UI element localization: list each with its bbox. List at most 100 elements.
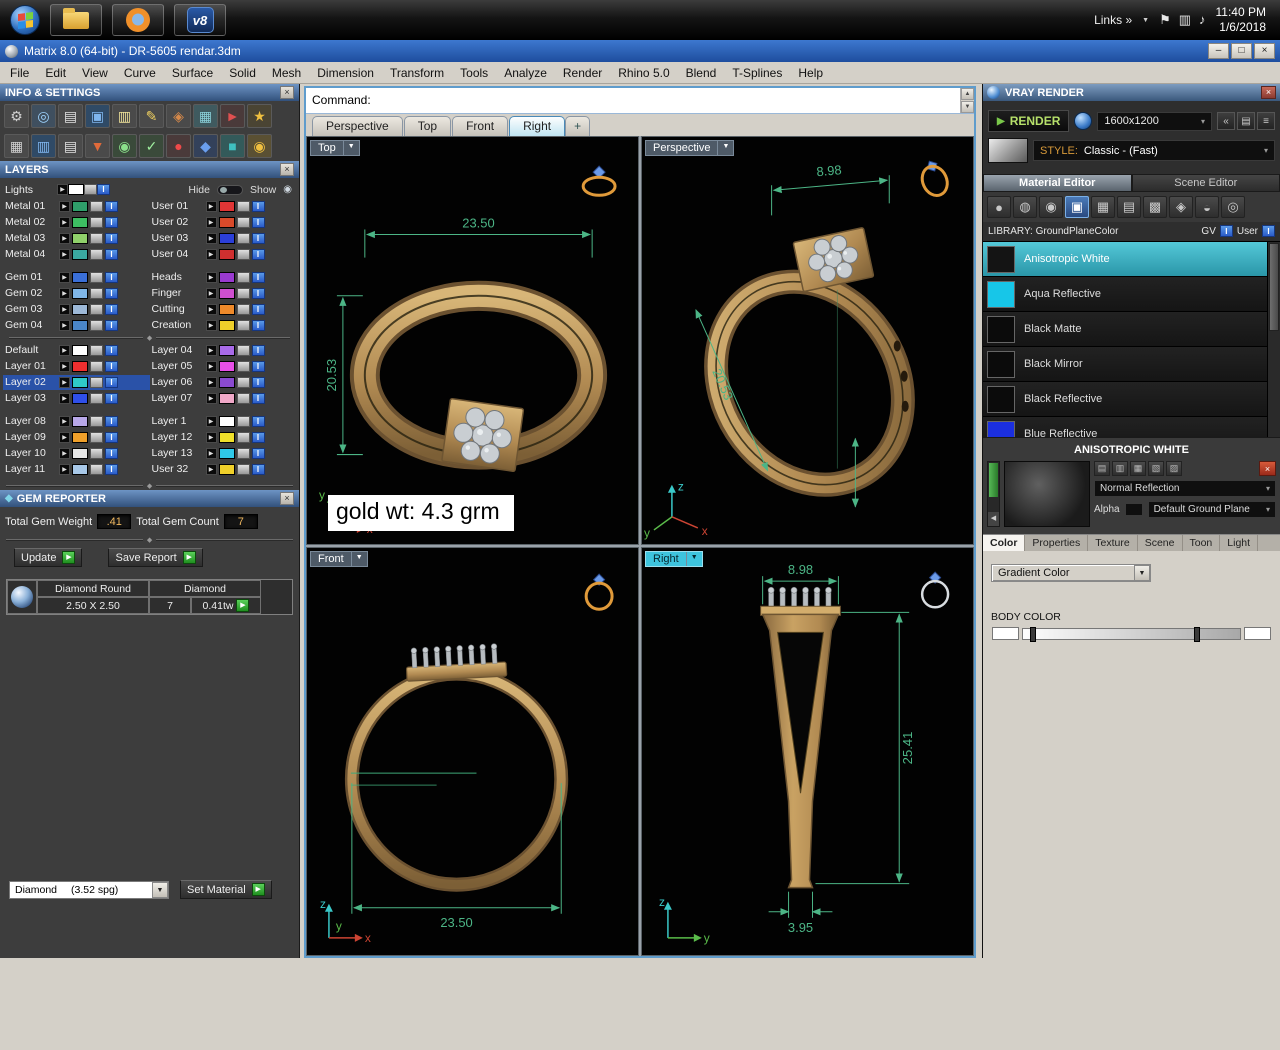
layer-entry[interactable]: Metal 03 ▶ I	[3, 231, 150, 246]
render-globe-icon[interactable]	[1074, 112, 1093, 130]
layer-material-button[interactable]: I	[251, 232, 265, 244]
gem-reporter-close-icon[interactable]: ×	[280, 492, 294, 505]
viewport-canvas-right[interactable]: 8.98 25.41 3.95 z y	[642, 548, 973, 955]
save-material-icon[interactable]: ▤	[1094, 461, 1110, 476]
layer-expand-button[interactable]: ▶	[205, 376, 217, 388]
layer-color-swatch[interactable]	[72, 463, 88, 475]
layer-lock-button[interactable]	[90, 463, 103, 475]
grid-texture-icon[interactable]: ▤	[1117, 196, 1141, 218]
layer-expand-button[interactable]: ▶	[59, 392, 70, 404]
total-gem-weight-value[interactable]: .41	[97, 514, 132, 529]
layer-color-swatch[interactable]	[218, 232, 235, 244]
set-material-go-icon[interactable]: ▶	[251, 883, 265, 896]
layer-entry[interactable]: Gem 03 ▶ I	[3, 302, 150, 317]
layer-entry[interactable]: Layer 11 ▶ I	[3, 462, 150, 477]
taskbar-clock[interactable]: 11:40 PM 1/6/2018	[1216, 5, 1270, 35]
set-material-button[interactable]: Set Material ▶	[180, 880, 272, 899]
vray-bottom-tab[interactable]: Light	[1220, 535, 1259, 551]
layer-entry[interactable]: Layer 13 ▶ I	[150, 446, 297, 461]
taskbar-firefox-button[interactable]	[112, 4, 164, 36]
menu-item[interactable]: Surface	[164, 63, 221, 83]
layer-lock-button[interactable]	[236, 344, 250, 356]
network-icon[interactable]: ▥	[1179, 12, 1191, 28]
paste-material-icon[interactable]: ▧	[1148, 461, 1164, 476]
preview-side-strip[interactable]: ◀	[987, 461, 1000, 527]
layer-material-button[interactable]: I	[105, 271, 118, 283]
layer-entry[interactable]: Layer 07 ▶ I	[150, 391, 297, 406]
menu-item[interactable]: Rhino 5.0	[610, 63, 677, 83]
layer-lock-button[interactable]	[90, 392, 103, 404]
layer-material-button[interactable]: I	[251, 344, 265, 356]
save-report-go-icon[interactable]: ▶	[182, 551, 196, 564]
layer-lock-button[interactable]	[236, 232, 250, 244]
close-button[interactable]: ×	[1254, 43, 1275, 59]
viewport-tab[interactable]: Top	[403, 116, 452, 136]
layer-expand-button[interactable]: ▶	[59, 360, 70, 372]
search-icon[interactable]: ◎	[31, 104, 56, 128]
hide-toggle[interactable]	[217, 184, 243, 195]
add-viewport-tab[interactable]: +	[565, 116, 591, 136]
layer-material-button[interactable]: I	[251, 360, 265, 372]
layer-expand-button[interactable]: ▶	[205, 200, 217, 212]
print-icon[interactable]: ▤	[58, 104, 83, 128]
layer-expand-button[interactable]: ▶	[59, 271, 70, 283]
layer-entry[interactable]: Cutting ▶ I	[150, 302, 297, 317]
layer-entry[interactable]: Metal 01 ▶ I	[3, 199, 150, 214]
layer-entry[interactable]: Metal 04 ▶ I	[3, 247, 150, 262]
layer-material-button[interactable]: I	[105, 232, 118, 244]
layer-lock-button[interactable]	[236, 376, 250, 388]
layer-entry[interactable]: Layer 09 ▶ I	[3, 430, 150, 445]
layer-material-button[interactable]: I	[105, 344, 118, 356]
layer-color-swatch[interactable]	[72, 200, 88, 212]
layer-material-button[interactable]: I	[251, 392, 265, 404]
layer-entry[interactable]: Layer 06 ▶ I	[150, 375, 297, 390]
chevron-down-icon[interactable]: ▼	[685, 552, 702, 566]
material-preview-image[interactable]	[1004, 461, 1090, 527]
layer-entry[interactable]: User 03 ▶ I	[150, 231, 297, 246]
layer-lock-button[interactable]	[236, 216, 250, 228]
layer-material-button[interactable]: I	[105, 200, 118, 212]
bucket-icon[interactable]: ◒	[1195, 196, 1219, 218]
layer-material-button[interactable]: I	[251, 287, 265, 299]
style-preview-thumbnail[interactable]	[988, 138, 1028, 163]
chevron-down-icon[interactable]: ▼	[342, 141, 359, 155]
bulb-icon[interactable]: ◎	[1221, 196, 1245, 218]
layer-lock-button[interactable]	[90, 415, 103, 427]
play-icon[interactable]: ►	[220, 104, 245, 128]
menu-item[interactable]: Solid	[221, 63, 264, 83]
slider-handle[interactable]	[1029, 626, 1036, 642]
viewport-tab[interactable]: Right	[509, 116, 566, 136]
gv-button[interactable]: I	[1219, 225, 1233, 237]
vray-bottom-tab[interactable]: Toon	[1183, 535, 1221, 551]
layer-entry[interactable]: Layer 05 ▶ I	[150, 359, 297, 374]
start-button[interactable]	[10, 5, 40, 35]
layer-lock-button[interactable]	[90, 248, 103, 260]
layer-color-swatch[interactable]	[218, 319, 235, 331]
layer-material-button[interactable]: I	[251, 463, 265, 475]
layer-lock-button[interactable]	[236, 287, 250, 299]
wrap-icon[interactable]: ◈	[1169, 196, 1193, 218]
layer-expand-button[interactable]: ▶	[59, 303, 70, 315]
layer-expand-button[interactable]: ▶	[205, 344, 217, 356]
update-go-icon[interactable]: ▶	[62, 551, 76, 564]
menu-item[interactable]: T-Splines	[724, 63, 790, 83]
command-scrollbar[interactable]: ▲ ▼	[960, 88, 974, 113]
layer-material-button[interactable]: I	[105, 216, 118, 228]
total-gem-count-value[interactable]: 7	[223, 514, 258, 529]
editor-tab[interactable]: Material Editor	[983, 174, 1132, 192]
command-prompt[interactable]: Command:	[306, 88, 377, 113]
layer-material-button[interactable]: I	[105, 303, 118, 315]
viewport-icon[interactable]: ▥	[31, 134, 56, 158]
notes-icon[interactable]: ▥	[112, 104, 137, 128]
layer-expand-button[interactable]: ▶	[205, 287, 217, 299]
layers-close-icon[interactable]: ×	[280, 163, 294, 176]
taskbar-explorer-button[interactable]	[50, 4, 102, 36]
layer-lock-button[interactable]	[90, 431, 103, 443]
layer-expand-button[interactable]: ▶	[205, 248, 217, 260]
layer-expand-button[interactable]: ▶	[205, 431, 217, 443]
material-list-item[interactable]: Black Reflective	[983, 382, 1267, 417]
taskbar-matrix-button[interactable]: v8	[174, 4, 226, 36]
layer-color-swatch[interactable]	[72, 216, 88, 228]
star-icon[interactable]: ★	[247, 104, 272, 128]
layer-expand-button[interactable]: ▶	[205, 303, 217, 315]
